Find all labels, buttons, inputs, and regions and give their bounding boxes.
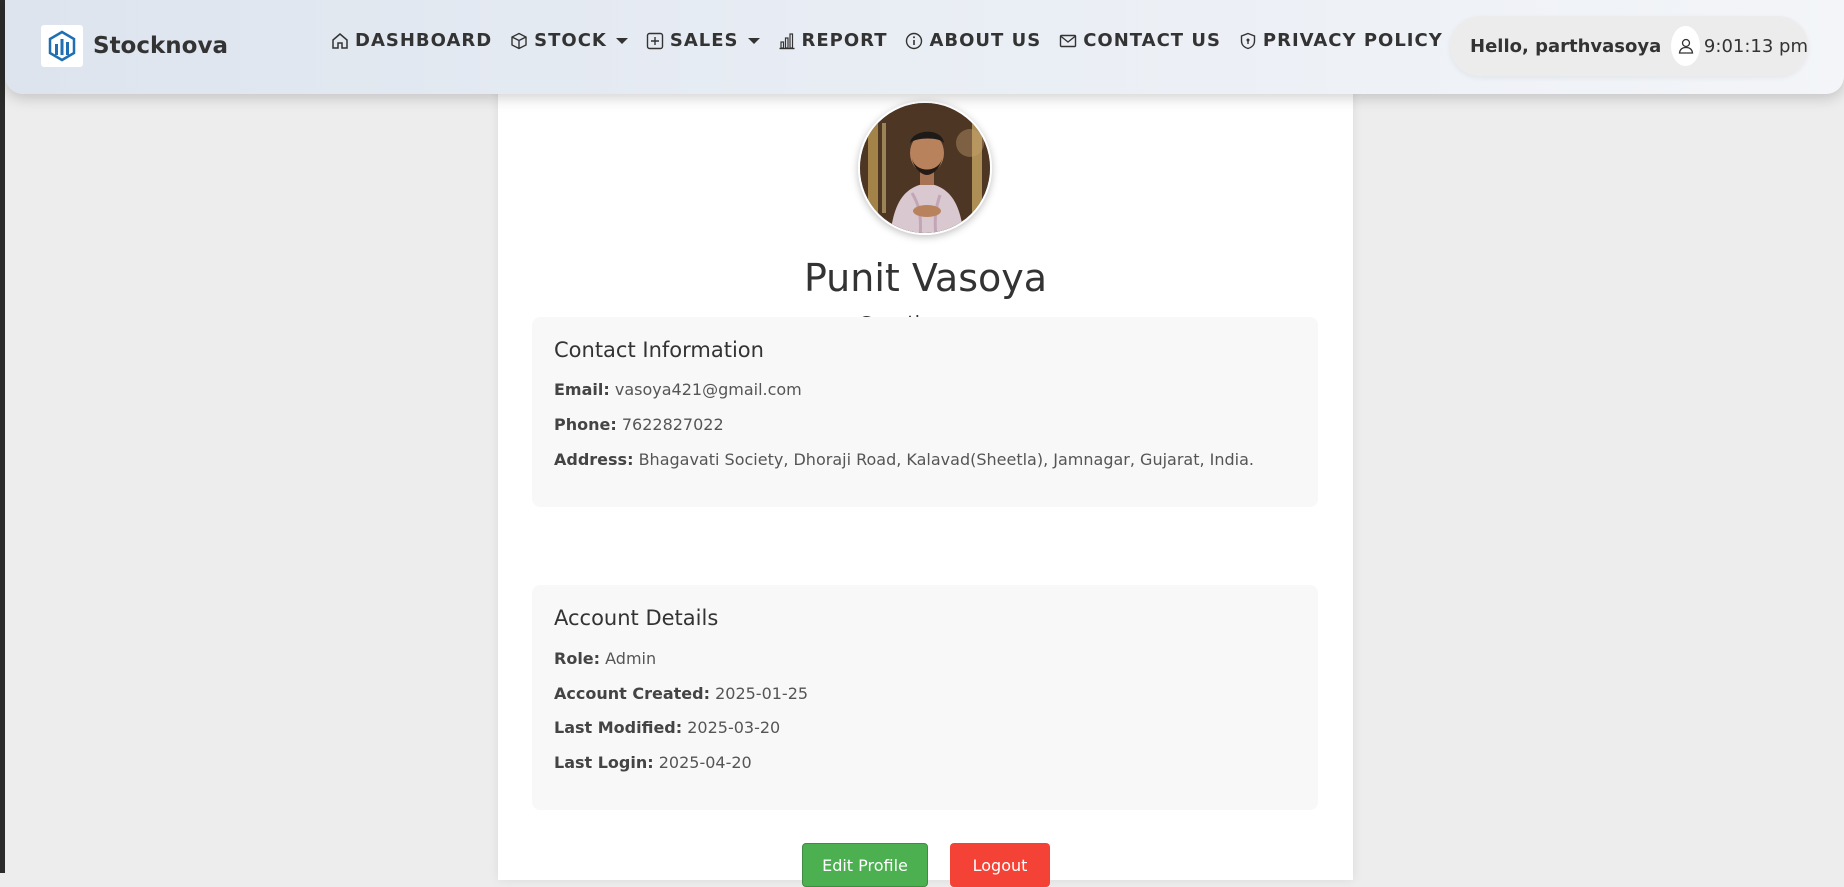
brand-logo-icon [41, 25, 83, 67]
user-greeting: Hello, parthvasoya [1470, 35, 1662, 57]
envelope-icon [1059, 34, 1077, 47]
box-icon [511, 32, 527, 49]
chevron-down-icon [615, 37, 628, 44]
clock: 9:01:13 pm [1703, 35, 1808, 57]
email-row: Email: vasoya421@gmail.com [554, 380, 802, 399]
address-value: Bhagavati Society, Dhoraji Road, Kalavad… [638, 450, 1255, 469]
plus-square-icon [646, 32, 664, 49]
nav-stock-label: STOCK [534, 30, 607, 51]
role-value: Admin [605, 649, 657, 668]
home-icon [332, 32, 348, 49]
login-row: Last Login: 2025-04-20 [554, 753, 752, 772]
brand[interactable]: Stocknova [41, 25, 228, 67]
phone-value: 7622827022 [621, 415, 724, 434]
modified-value: 2025-03-20 [687, 718, 781, 737]
email-label: Email: [554, 380, 610, 399]
nav-privacy-label: PRIVACY POLICY [1262, 30, 1443, 51]
account-section-title: Account Details [554, 606, 719, 630]
user-pill: Hello, parthvasoya 9:01:13 pm [1450, 16, 1808, 76]
account-section: Account Details Role: Admin Account Crea… [532, 585, 1318, 810]
user-icon [1678, 38, 1693, 54]
phone-row: Phone: 7622827022 [554, 415, 724, 434]
login-label: Last Login: [554, 753, 654, 772]
edit-profile-button[interactable]: Edit Profile [802, 843, 928, 887]
address-label: Address: [554, 450, 634, 469]
nav-sales-label: SALES [669, 30, 739, 51]
shield-icon [1240, 32, 1256, 49]
nav-privacy[interactable]: PRIVACY POLICY [1239, 30, 1443, 51]
profile-name: Punit Vasoya [803, 256, 1048, 300]
info-icon [906, 32, 923, 49]
brand-name: Stocknova [93, 33, 228, 59]
nav-report-label: REPORT [801, 30, 888, 51]
role-label: Role: [554, 649, 601, 668]
email-value: vasoya421@gmail.com [614, 380, 802, 399]
role-row: Role: Admin [554, 649, 656, 668]
nav-stock[interactable]: STOCK [510, 30, 628, 51]
nav-dashboard[interactable]: DASHBOARD [331, 30, 492, 51]
window-edge [0, 0, 5, 873]
address-row: Address: Bhagavati Society, Dhoraji Road… [554, 450, 1254, 469]
profile-card: Punit Vasoya @parthvasoya Contact Inform… [498, 80, 1353, 887]
navbar: Stocknova DASHBOARD STOCK SALES REPORT A… [5, 0, 1844, 94]
user-menu-button[interactable] [1671, 26, 1700, 66]
phone-label: Phone: [554, 415, 617, 434]
login-value: 2025-04-20 [658, 753, 752, 772]
nav-about[interactable]: ABOUT US [905, 30, 1041, 51]
contact-section-title: Contact Information [554, 338, 764, 362]
nav-about-label: ABOUT US [929, 30, 1042, 51]
nav-contact[interactable]: CONTACT US [1059, 30, 1221, 51]
created-label: Account Created: [554, 684, 710, 703]
contact-section: Contact Information Email: vasoya421@gma… [532, 317, 1318, 507]
chevron-down-icon [747, 37, 760, 44]
avatar [858, 101, 992, 235]
nav-report[interactable]: REPORT [778, 30, 888, 51]
main-nav: DASHBOARD STOCK SALES REPORT ABOUT US CO… [331, 30, 1461, 51]
bar-chart-icon [779, 32, 794, 49]
nav-contact-label: CONTACT US [1083, 30, 1221, 51]
nav-dashboard-label: DASHBOARD [355, 30, 493, 51]
modified-label: Last Modified: [554, 718, 683, 737]
modified-row: Last Modified: 2025-03-20 [554, 718, 780, 737]
nav-sales[interactable]: SALES [646, 30, 760, 51]
created-row: Account Created: 2025-01-25 [554, 684, 808, 703]
logout-button[interactable]: Logout [950, 843, 1050, 887]
created-value: 2025-01-25 [715, 684, 809, 703]
